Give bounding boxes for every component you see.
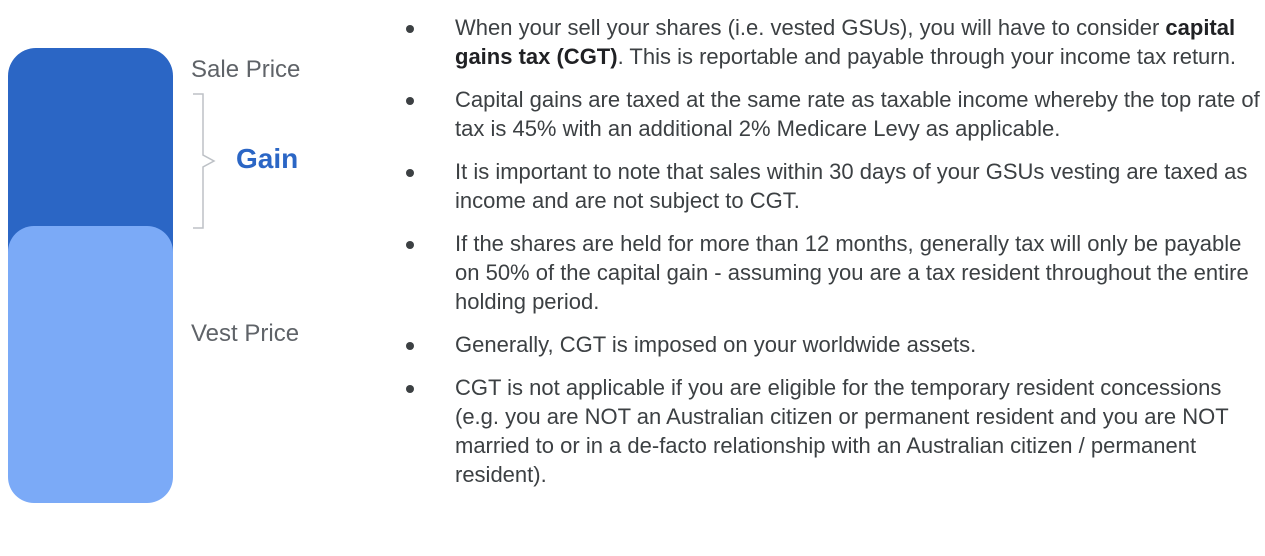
bullet-item: If the shares are held for more than 12 … [402,229,1262,316]
bullet-dot-icon [406,241,414,249]
bullet-dot-icon [406,385,414,393]
bullet-dot-icon [406,169,414,177]
cgt-bullet-list: When your sell your shares (i.e. vested … [402,13,1262,503]
bullet-item: CGT is not applicable if you are eligibl… [402,373,1262,489]
bullet-text: CGT is not applicable if you are eligibl… [455,375,1229,487]
bullet-dot-icon [406,97,414,105]
bullet-text: . This is reportable and payable through… [617,44,1236,69]
bullet-dot-icon [406,342,414,350]
bullet-text: If the shares are held for more than 12 … [455,231,1249,314]
vest-price-label: Vest Price [191,320,300,347]
bullet-text: It is important to note that sales withi… [455,159,1248,213]
bullet-text: When your sell your shares (i.e. vested … [455,15,1166,40]
bullet-text: Generally, CGT is imposed on your worldw… [455,332,977,357]
bullet-text: Capital gains are taxed at the same rate… [455,87,1260,141]
bullet-dot-icon [406,25,414,33]
bullet-item: Capital gains are taxed at the same rate… [402,85,1262,143]
vest-price-bar [8,226,173,503]
bullet-item: Generally, CGT is imposed on your worldw… [402,330,1262,359]
gain-label: Gain [236,143,299,174]
gain-brace [193,93,216,229]
bullet-item: When your sell your shares (i.e. vested … [402,13,1262,71]
sale-price-label: Sale Price [191,56,301,83]
bullet-item: It is important to note that sales withi… [402,157,1262,215]
